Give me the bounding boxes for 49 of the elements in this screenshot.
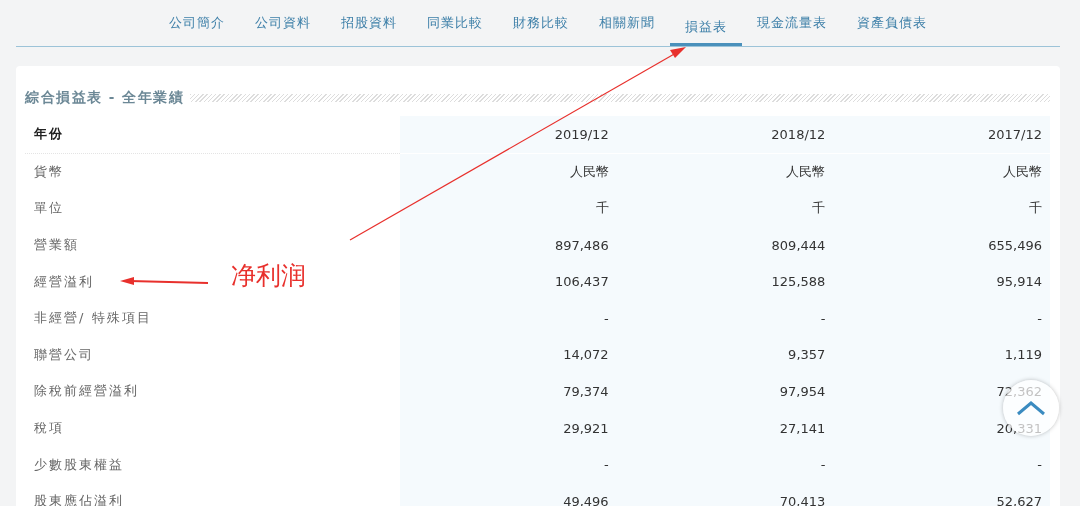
table-cell: 14,072: [400, 336, 617, 374]
row-label: 單位: [34, 199, 64, 218]
table-cell: 人民幣: [616, 153, 834, 191]
table-cell: 人民幣: [400, 153, 617, 191]
row-label: 聯營公司: [34, 345, 94, 364]
table-cell: 897,486: [400, 226, 617, 264]
table-cell: 79,374: [400, 373, 617, 410]
table-cell: -: [616, 299, 834, 337]
table-cell: 106,437: [400, 263, 617, 300]
table-cell: 655,496: [833, 226, 1050, 264]
table-cell: 9,357: [616, 336, 834, 374]
row-label: 除稅前經營溢利: [34, 382, 139, 401]
row-label: 稅項: [34, 419, 64, 438]
row-label: 非經營/ 特殊項目: [34, 309, 152, 328]
row-label: 少數股東權益: [34, 455, 124, 474]
row-label: 貨幣: [34, 162, 64, 181]
table-header-cell: 2019/12: [400, 116, 617, 153]
table-cell: -: [833, 299, 1050, 337]
section-title: 綜合損益表 - 全年業績: [25, 89, 184, 107]
tab[interactable]: 招股資料: [326, 0, 412, 36]
row-label: 經營溢利: [34, 272, 94, 291]
table-header-cell: 2018/12: [616, 116, 834, 153]
tab[interactable]: 損益表: [670, 0, 742, 46]
tab[interactable]: 現金流量表: [742, 0, 842, 36]
table-cell: 97,954: [616, 373, 834, 410]
table-cell: -: [400, 446, 617, 483]
table-cell: 千: [616, 190, 834, 227]
table-cell: 125,588: [616, 263, 834, 300]
table-cell: 95,914: [833, 263, 1050, 300]
table-cell: 27,141: [616, 409, 834, 447]
table-cell: 29,921: [400, 409, 617, 447]
table-header-cell: 2017/12: [833, 116, 1050, 153]
table-cell: -: [400, 299, 617, 337]
tab[interactable]: 同業比較: [412, 0, 498, 36]
table-cell: -: [616, 446, 834, 483]
table-cell: 人民幣: [833, 153, 1050, 191]
tab[interactable]: 資產負債表: [842, 0, 942, 36]
annotation-text: 净利润: [231, 260, 306, 292]
row-label: 營業額: [34, 236, 79, 255]
table-cell: 809,444: [616, 226, 834, 264]
table-cell: 千: [833, 190, 1050, 227]
tab[interactable]: 相關新聞: [584, 0, 670, 36]
tab[interactable]: 財務比較: [498, 0, 584, 36]
table-cell: 千: [400, 190, 617, 227]
table-cell: -: [833, 446, 1050, 483]
chevron-up-icon: [1016, 400, 1046, 416]
table-cell: 1,119: [833, 336, 1050, 374]
tab[interactable]: 公司簡介: [154, 0, 240, 36]
tab[interactable]: 公司資料: [240, 0, 326, 36]
